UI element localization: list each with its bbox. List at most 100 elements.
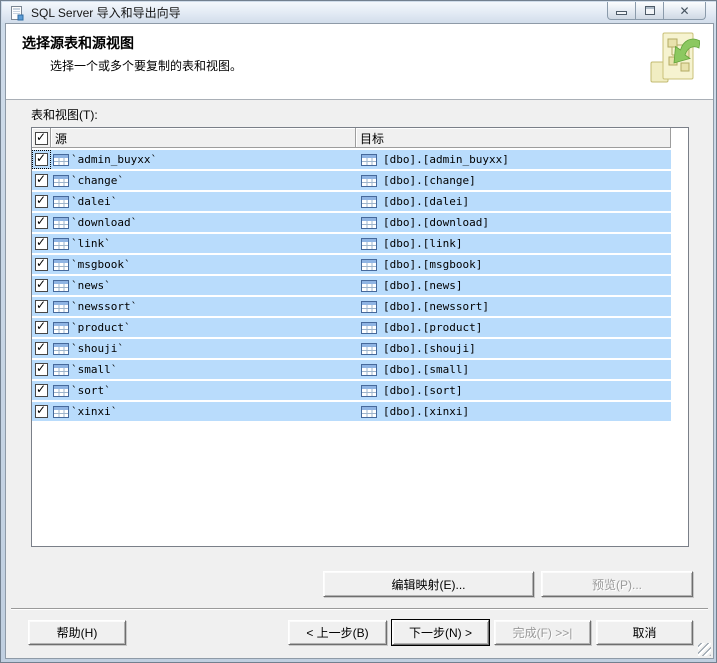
close-icon: ✕ [679, 5, 689, 17]
table-icon [53, 343, 69, 355]
table-row[interactable]: `link` [dbo].[link] [32, 232, 688, 253]
resize-grip[interactable] [698, 643, 711, 656]
row-checkbox[interactable] [35, 363, 48, 376]
table-label: 表和视图(T): [31, 106, 98, 123]
table-row[interactable]: `shouji` [dbo].[shouji] [32, 337, 688, 358]
table-icon [53, 385, 69, 397]
maximize-button[interactable] [635, 2, 664, 20]
table-icon [361, 406, 377, 418]
table-icon [361, 154, 377, 166]
preview-button[interactable]: 预览(P)... [541, 571, 693, 597]
select-all-header-cell[interactable] [32, 128, 51, 148]
grid-header: 源 目标 [32, 128, 688, 148]
table-row[interactable]: `newssort` [dbo].[newssort] [32, 295, 688, 316]
target-name: [dbo].[newssort] [383, 300, 489, 313]
row-checkbox[interactable] [35, 153, 48, 166]
select-all-checkbox[interactable] [35, 132, 48, 145]
row-checkbox[interactable] [35, 195, 48, 208]
table-icon [53, 364, 69, 376]
table-row[interactable]: `news` [dbo].[news] [32, 274, 688, 295]
table-icon [53, 217, 69, 229]
target-name: [dbo].[product] [383, 321, 482, 334]
source-name: `sort` [71, 384, 111, 397]
table-icon [361, 280, 377, 292]
source-name: `product` [71, 321, 131, 334]
next-button[interactable]: 下一步(N) > [392, 620, 489, 645]
table-row[interactable]: `change` [dbo].[change] [32, 169, 688, 190]
source-name: `download` [71, 216, 137, 229]
target-name: [dbo].[download] [383, 216, 489, 229]
row-checkbox[interactable] [35, 237, 48, 250]
cancel-button[interactable]: 取消 [596, 620, 693, 645]
source-name: `shouji` [71, 342, 124, 355]
table-icon [53, 406, 69, 418]
titlebar[interactable]: SQL Server 导入和导出向导 ✕ [2, 2, 716, 23]
row-checkbox[interactable] [35, 300, 48, 313]
maximize-icon [645, 6, 655, 15]
table-icon [361, 238, 377, 250]
tables-grid: 源 目标 `admin_buyxx` [dbo].[admin_buyxx] [31, 127, 689, 547]
table-icon [361, 364, 377, 376]
target-name: [dbo].[change] [383, 174, 476, 187]
table-icon [53, 301, 69, 313]
wizard-window: SQL Server 导入和导出向导 ✕ 选择源表和源视图 选择一个或多个要复制… [0, 0, 717, 663]
row-checkbox[interactable] [35, 279, 48, 292]
row-checkbox[interactable] [35, 384, 48, 397]
wizard-header: 选择源表和源视图 选择一个或多个要复制的表和视图。 [6, 24, 713, 100]
table-row[interactable]: `xinxi` [dbo].[xinxi] [32, 400, 688, 421]
row-checkbox[interactable] [35, 405, 48, 418]
separator-line [11, 608, 708, 610]
target-name: [dbo].[small] [383, 363, 469, 376]
table-row[interactable]: `product` [dbo].[product] [32, 316, 688, 337]
table-icon [53, 280, 69, 292]
table-icon [361, 217, 377, 229]
table-icon [53, 322, 69, 334]
table-icon [361, 343, 377, 355]
target-name: [dbo].[news] [383, 279, 462, 292]
minimize-button[interactable] [607, 2, 636, 20]
source-name: `admin_buyxx` [71, 153, 157, 166]
finish-button[interactable]: 完成(F) >>| [494, 620, 591, 645]
table-rows: `admin_buyxx` [dbo].[admin_buyxx] `chang… [32, 148, 688, 421]
source-name: `link` [71, 237, 111, 250]
minimize-icon [616, 11, 627, 15]
source-name: `change` [71, 174, 124, 187]
source-name: `msgbook` [71, 258, 131, 271]
table-icon [53, 196, 69, 208]
source-name: `newssort` [71, 300, 137, 313]
source-name: `dalei` [71, 195, 117, 208]
table-icon [361, 385, 377, 397]
wizard-icon [648, 29, 700, 87]
target-name: [dbo].[msgbook] [383, 258, 482, 271]
table-row[interactable]: `msgbook` [dbo].[msgbook] [32, 253, 688, 274]
source-name: `xinxi` [71, 405, 117, 418]
table-row[interactable]: `dalei` [dbo].[dalei] [32, 190, 688, 211]
window-title: SQL Server 导入和导出向导 [31, 4, 181, 21]
target-name: [dbo].[xinxi] [383, 405, 469, 418]
row-checkbox[interactable] [35, 321, 48, 334]
table-icon [361, 322, 377, 334]
table-icon [361, 301, 377, 313]
back-button[interactable]: < 上一步(B) [288, 620, 387, 645]
table-row[interactable]: `admin_buyxx` [dbo].[admin_buyxx] [32, 148, 688, 169]
row-checkbox[interactable] [35, 258, 48, 271]
table-icon [361, 259, 377, 271]
close-button[interactable]: ✕ [663, 2, 706, 20]
help-button[interactable]: 帮助(H) [28, 620, 126, 645]
page-title: 选择源表和源视图 [22, 33, 134, 53]
table-row[interactable]: `sort` [dbo].[sort] [32, 379, 688, 400]
table-icon [53, 238, 69, 250]
column-header-target[interactable]: 目标 [356, 128, 671, 148]
edit-mappings-button[interactable]: 编辑映射(E)... [323, 571, 534, 597]
target-name: [dbo].[shouji] [383, 342, 476, 355]
table-icon [53, 259, 69, 271]
row-checkbox[interactable] [35, 342, 48, 355]
target-name: [dbo].[link] [383, 237, 462, 250]
app-icon [9, 5, 25, 21]
table-row[interactable]: `download` [dbo].[download] [32, 211, 688, 232]
row-checkbox[interactable] [35, 216, 48, 229]
page-subtitle: 选择一个或多个要复制的表和视图。 [50, 57, 242, 74]
row-checkbox[interactable] [35, 174, 48, 187]
table-row[interactable]: `small` [dbo].[small] [32, 358, 688, 379]
column-header-source[interactable]: 源 [51, 128, 356, 148]
